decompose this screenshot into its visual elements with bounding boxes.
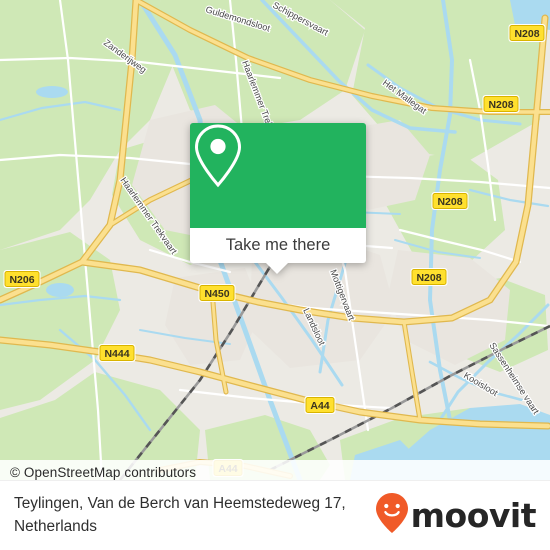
moovit-smiley-pin-icon [375, 492, 409, 539]
card-pointer-tail [266, 263, 288, 274]
road-shield-label: N208 [514, 28, 539, 40]
map-canvas[interactable]: Guldemondsloot Schippersvaart Zanderijweg H… [0, 0, 550, 480]
moovit-wordmark: moovit [410, 496, 537, 535]
road-shield-label: N206 [9, 274, 34, 286]
road-shield: N208 [410, 268, 448, 286]
road-shield: N208 [482, 95, 520, 113]
location-title: Teylingen, Van de Berch van Heemstedeweg… [14, 495, 346, 535]
road-shield-label: N444 [104, 348, 129, 360]
road-shield-label: N208 [416, 272, 441, 284]
moovit-logo[interactable]: moovit [375, 492, 550, 539]
card-action-bar[interactable]: Take me there [190, 228, 366, 263]
road-shield-label: N450 [204, 288, 229, 300]
road-shield: N444 [98, 344, 136, 362]
take-me-there-label: Take me there [225, 236, 331, 254]
page-footer: Teylingen, Van de Berch van Heemstedeweg… [0, 480, 550, 550]
road-shield: N208 [431, 192, 469, 210]
road-shield-label: N208 [488, 99, 513, 111]
road-shield-label: N208 [437, 196, 462, 208]
road-shield: N450 [198, 284, 236, 302]
road-shield: N206 [3, 270, 41, 288]
attribution-text: © OpenStreetMap contributors [10, 465, 197, 480]
take-me-there-card[interactable]: Take me there [190, 123, 366, 274]
road-shield-label: A44 [310, 400, 329, 412]
road-shield: A44 [304, 396, 336, 414]
screenshot-root: Guldemondsloot Schippersvaart Zanderijweg H… [0, 0, 550, 550]
card-icon-area [190, 123, 366, 228]
osm-attribution[interactable]: © OpenStreetMap contributors [0, 460, 550, 480]
road-shield: N208 [508, 24, 546, 42]
